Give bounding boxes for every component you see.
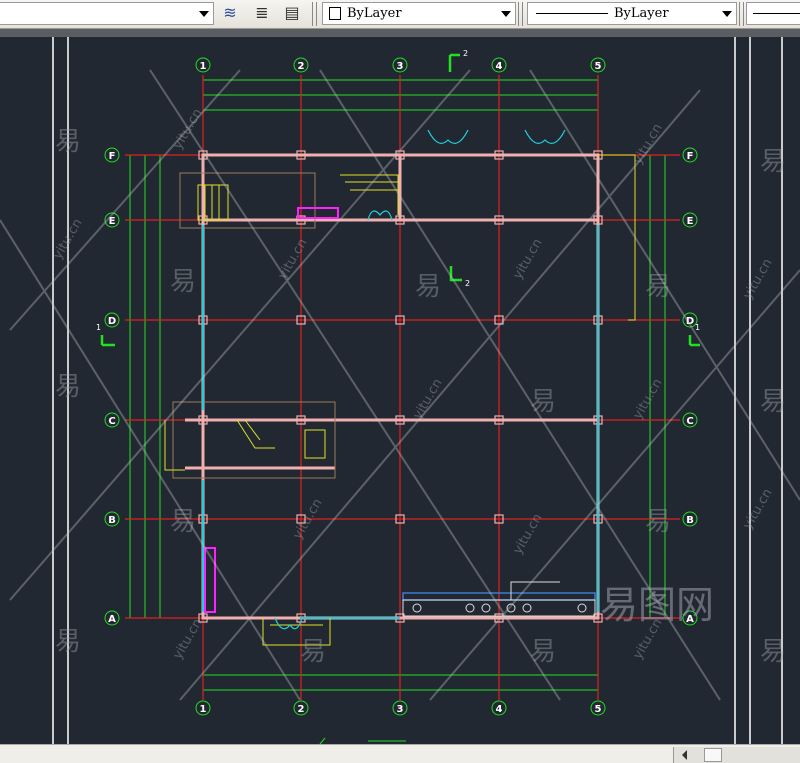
axis-label-col: 2	[298, 704, 305, 715]
axis-label-row: C	[686, 416, 693, 427]
chevron-down-icon	[199, 11, 209, 17]
chevron-down-icon	[501, 11, 511, 17]
watermark-site: yitu.cn	[740, 256, 775, 302]
linetype-combo-value: ByLayer	[614, 6, 669, 21]
watermark-char: 易	[530, 637, 556, 667]
axis-label-col: 3	[397, 704, 404, 715]
watermark-site: yitu.cn	[510, 236, 545, 282]
lineweight-combo[interactable]	[746, 2, 800, 25]
watermark-char: 易	[55, 372, 81, 402]
watermark-char: 易	[55, 627, 81, 657]
axis-label-col: 1	[200, 704, 207, 715]
axis-label-row: C	[108, 416, 115, 427]
watermark-char: 易	[760, 147, 786, 177]
axis-label-row: F	[687, 151, 694, 162]
section-mark-mid: 2	[465, 279, 470, 288]
watermark-logo: 易图网	[600, 583, 714, 627]
watermark-char: 易	[530, 387, 556, 417]
watermark-site: yitu.cn	[170, 616, 205, 662]
toolbar: ≋ ≣ ▤ ByLayer ByLayer	[0, 0, 800, 29]
section-mark-top: 2	[463, 49, 468, 58]
axis-label-row: E	[687, 216, 694, 227]
watermark-char: 易	[760, 387, 786, 417]
horizontal-scrollbar[interactable]	[673, 747, 800, 763]
axis-label-col: 1	[200, 61, 207, 72]
watermark-char: 易	[170, 267, 196, 297]
axis-label-col: 3	[397, 61, 404, 72]
axis-label-row: B	[686, 515, 694, 526]
linetype-preview	[536, 13, 608, 14]
linetype-combo[interactable]: ByLayer	[527, 2, 737, 25]
watermark-char: 易	[645, 507, 671, 537]
toolbar-grip[interactable]	[312, 2, 317, 26]
axis-label-col: 4	[496, 61, 503, 72]
color-swatch	[329, 7, 341, 20]
layer-manager-icon[interactable]: ≋	[220, 3, 240, 23]
chevron-down-icon	[722, 11, 732, 17]
axis-label-col: 5	[595, 704, 602, 715]
layer-states-icon[interactable]: ▤	[282, 3, 302, 23]
toolbar-grip[interactable]	[518, 2, 523, 26]
toolbar-grip[interactable]	[739, 2, 744, 26]
scroll-thumb[interactable]	[704, 748, 722, 762]
watermark-site: yitu.cn	[630, 376, 665, 422]
watermark-site: yitu.cn	[410, 376, 445, 422]
watermark-char: 易	[300, 637, 326, 667]
axis-label-col: 5	[595, 61, 602, 72]
watermark-char: 易	[760, 637, 786, 667]
drawing-frame	[52, 37, 783, 744]
watermark-site: yitu.cn	[510, 511, 545, 557]
drawing-canvas[interactable]: 1122334455F FE ED DC CB BA A 2 2 1 1 易易易易易易易易易…	[0, 37, 800, 744]
color-combo-value: ByLayer	[347, 6, 402, 21]
watermark-char: 易	[415, 272, 441, 302]
axis-label-col: 2	[298, 61, 305, 72]
watermark-char: 易	[55, 127, 81, 157]
color-combo[interactable]: ByLayer	[322, 2, 516, 25]
layer-combo[interactable]	[0, 2, 214, 25]
axis-label-row: A	[108, 614, 116, 625]
watermark-site: yitu.cn	[630, 121, 665, 167]
layer-previous-icon[interactable]: ≣	[252, 3, 272, 23]
axis-label-row: F	[109, 151, 116, 162]
scroll-left-icon[interactable]	[682, 750, 687, 760]
axis-label-row: B	[108, 515, 116, 526]
watermark-site: yitu.cn	[740, 486, 775, 532]
toolbar-separator	[0, 29, 800, 37]
axis-label-row: D	[108, 316, 116, 327]
lineweight-preview	[753, 13, 800, 14]
axis-label-col: 4	[496, 704, 503, 715]
section-mark-left: 1	[96, 323, 101, 332]
section-mark-right: 1	[695, 323, 700, 332]
